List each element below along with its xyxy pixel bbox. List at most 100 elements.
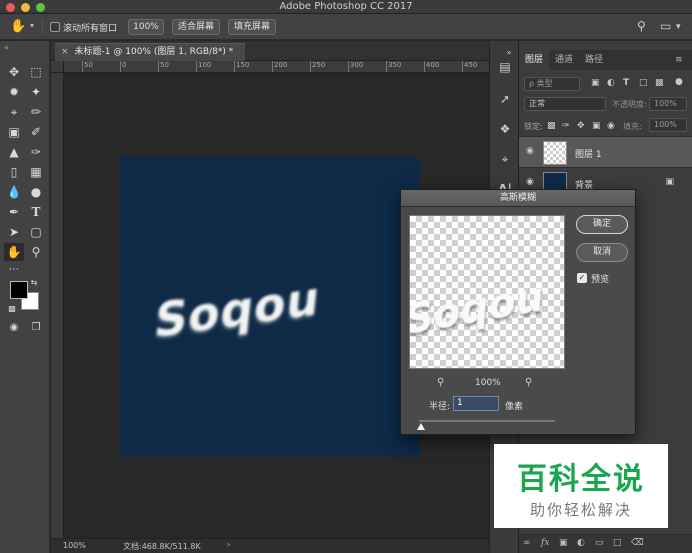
collapse-icon[interactable]: « xyxy=(4,43,9,52)
blend-mode-select[interactable]: 正常 xyxy=(524,97,606,111)
lock-all-icon[interactable]: ◉ xyxy=(607,121,615,131)
status-zoom[interactable]: 100% xyxy=(63,541,86,550)
lock-image-icon[interactable]: ✑ xyxy=(562,121,570,131)
ruler-tick: 0 xyxy=(119,61,127,72)
status-bar: 100% 文档:468.8K/511.8K › xyxy=(51,538,489,553)
clone-stamp-icon[interactable]: ▲ xyxy=(4,143,24,161)
tab-layers[interactable]: 图层 xyxy=(519,50,550,70)
screen-mode-icon[interactable]: ❐ xyxy=(26,319,46,337)
document-canvas[interactable]: Soqou xyxy=(120,157,420,457)
shape-filter-icon[interactable]: □ xyxy=(639,78,648,88)
hand-icon[interactable]: ✋ xyxy=(4,243,24,261)
radius-slider-track[interactable] xyxy=(419,420,555,422)
zoom-out-icon[interactable]: ⚲ xyxy=(437,377,444,388)
divider xyxy=(42,19,43,35)
zoom-100-button[interactable]: 100% xyxy=(128,19,164,35)
layer-thumbnail xyxy=(543,141,567,165)
fx-icon[interactable]: fx xyxy=(541,538,549,548)
type-filter-icon[interactable]: T xyxy=(623,78,629,88)
new-layer-icon[interactable]: □ xyxy=(613,538,622,548)
cancel-button[interactable]: 取消 xyxy=(576,243,628,262)
type-icon[interactable]: T xyxy=(26,203,46,221)
preview-checkbox[interactable]: ✓ xyxy=(577,273,587,283)
brush-icon[interactable]: ✐ xyxy=(26,123,46,141)
link-icon[interactable]: ∞ xyxy=(523,538,531,548)
chevron-down-icon[interactable]: ▾ xyxy=(30,21,34,30)
opacity-input[interactable]: 100% xyxy=(649,97,687,111)
crop-icon[interactable]: ⌖ xyxy=(497,151,513,167)
group-icon[interactable]: ▭ xyxy=(595,538,604,548)
workspace-icon[interactable]: ▭ xyxy=(660,19,671,33)
lock-transparency-icon[interactable]: ▩ xyxy=(547,121,556,131)
default-colors-icon[interactable]: ▩ xyxy=(6,303,18,315)
vertical-ruler[interactable] xyxy=(51,73,64,538)
eye-icon[interactable]: ◉ xyxy=(526,146,538,158)
pen-icon[interactable]: ✒ xyxy=(4,203,24,221)
lasso-icon[interactable]: ✹ xyxy=(4,83,24,101)
ruler-origin[interactable] xyxy=(51,61,64,73)
lock-label: 锁定: xyxy=(524,122,543,131)
layer-name: 图层 1 xyxy=(575,150,602,160)
preview-zoom-value: 100% xyxy=(475,378,501,388)
hand-icon[interactable]: ✋ xyxy=(10,19,26,35)
quick-mask-icon[interactable]: ◉ xyxy=(4,319,24,337)
zoom-icon[interactable]: ⚲ xyxy=(26,243,46,261)
fill-screen-button[interactable]: 填充屏幕 xyxy=(228,19,276,35)
fit-screen-button[interactable]: 适合屏幕 xyxy=(172,19,220,35)
fill-input[interactable]: 100% xyxy=(649,118,687,132)
ruler-tick: 300 xyxy=(347,61,364,72)
layer-filter-select[interactable]: ρ 类型 xyxy=(524,77,580,91)
panel-tabs: 图层 通道 路径 ≡ xyxy=(519,50,692,70)
scroll-all-windows-checkbox[interactable] xyxy=(50,22,60,32)
crop-icon[interactable]: ⌖ xyxy=(4,103,24,121)
trash-icon[interactable]: ⌫ xyxy=(631,538,644,548)
eraser-icon[interactable]: ▯ xyxy=(4,163,24,181)
dialog-title[interactable]: 高斯模糊 xyxy=(401,190,635,207)
search-icon[interactable]: ⚲ xyxy=(637,19,646,33)
pixel-filter-icon[interactable]: ▣ xyxy=(591,78,600,88)
document-tab-bar: × 未标题-1 @ 100% (图层 1, RGB/8*) * xyxy=(51,41,489,61)
mask-icon[interactable]: ▣ xyxy=(559,538,568,548)
lock-artboard-icon[interactable]: ▣ xyxy=(592,121,601,131)
panel-menu-icon[interactable]: ≡ xyxy=(669,50,689,70)
lock-position-icon[interactable]: ✥ xyxy=(577,121,585,131)
blur-icon[interactable]: 💧 xyxy=(4,183,24,201)
chevron-down-icon[interactable]: ▾ xyxy=(676,22,681,32)
watermark-subtitle: 助你轻松解决 xyxy=(529,501,632,519)
move-icon[interactable]: ✥ xyxy=(4,63,24,81)
smart-object-filter-icon[interactable]: ▩ xyxy=(655,78,664,88)
tab-paths[interactable]: 路径 xyxy=(579,50,609,70)
magic-wand-icon[interactable]: ✦ xyxy=(26,83,46,101)
tab-channels[interactable]: 通道 xyxy=(549,50,579,70)
marquee-icon[interactable]: ⬚ xyxy=(26,63,46,81)
layer-row-layer1[interactable]: ◉ 图层 1 xyxy=(519,136,692,167)
radius-slider-handle[interactable] xyxy=(417,423,425,430)
gaussian-blur-dialog: 高斯模糊 Soqou 确定 取消 ✓ 预览 ⚲ 100% ⚲ 半径: 1 像素 xyxy=(400,189,636,435)
healing-brush-icon[interactable]: ▣ xyxy=(4,123,24,141)
status-menu-icon[interactable]: › xyxy=(227,540,230,549)
gradient-icon[interactable]: ▦ xyxy=(26,163,46,181)
eye-icon[interactable]: ◉ xyxy=(526,177,538,189)
filter-toggle-icon[interactable]: ● xyxy=(675,77,683,87)
puzzle-icon[interactable]: ❖ xyxy=(497,121,513,137)
shape-icon[interactable]: ▢ xyxy=(26,223,46,241)
history-panel-icon[interactable]: ▤ xyxy=(497,59,513,75)
eyedropper-icon[interactable]: ✏ xyxy=(26,103,46,121)
radius-input[interactable]: 1 xyxy=(453,396,499,411)
adjustment-filter-icon[interactable]: ◐ xyxy=(607,78,615,88)
horizontal-ruler[interactable]: 50 0 50 100 150 200 250 300 350 400 450 xyxy=(64,61,489,73)
dodge-icon[interactable]: ● xyxy=(26,183,46,201)
document-tab[interactable]: × 未标题-1 @ 100% (图层 1, RGB/8*) * xyxy=(55,43,245,61)
blur-preview[interactable]: Soqou xyxy=(409,215,565,369)
more-tools-icon[interactable]: ⋯ xyxy=(4,261,24,279)
zoom-in-icon[interactable]: ⚲ xyxy=(525,377,532,388)
app-title: Adobe Photoshop CC 2017 xyxy=(279,1,413,12)
ok-button[interactable]: 确定 xyxy=(576,215,628,234)
curves-icon[interactable]: ➚ xyxy=(497,91,513,107)
foreground-color-swatch[interactable] xyxy=(10,281,28,299)
swap-colors-icon[interactable]: ⇆ xyxy=(28,277,40,289)
path-select-icon[interactable]: ➤ xyxy=(4,223,24,241)
adjustment-icon[interactable]: ◐ xyxy=(577,538,585,548)
close-icon[interactable]: × xyxy=(61,47,69,57)
history-brush-icon[interactable]: ✑ xyxy=(26,143,46,161)
